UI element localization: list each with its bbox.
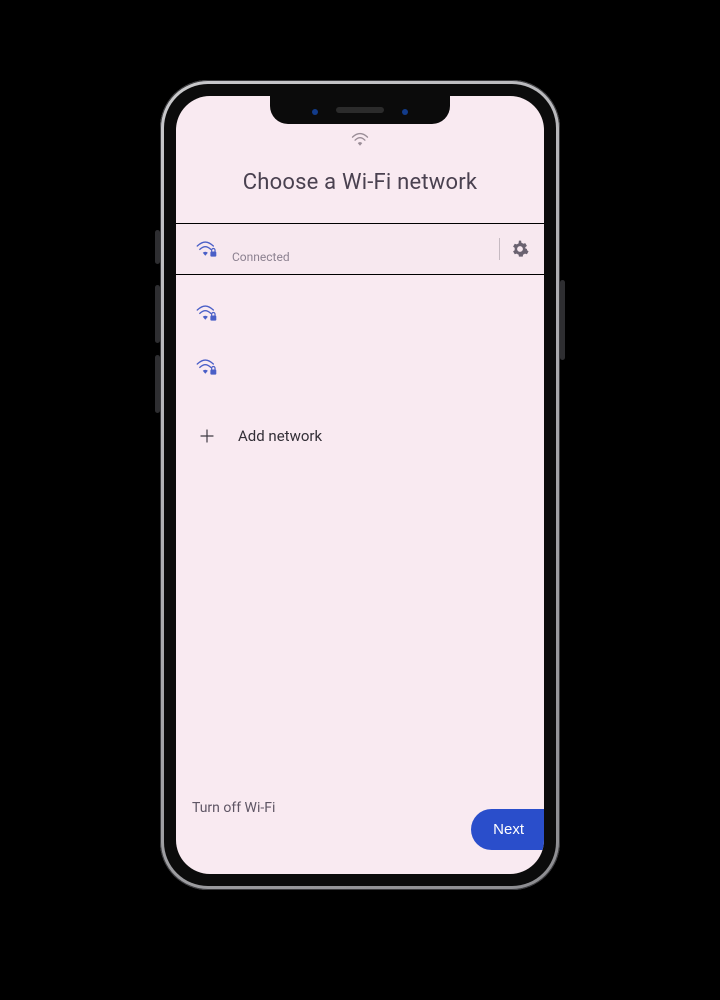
volume-up-button — [155, 285, 160, 343]
wifi-secure-icon — [190, 358, 224, 376]
add-network-row[interactable]: Add network — [176, 409, 544, 463]
power-button — [560, 280, 565, 360]
footer: Turn off Wi-Fi Next — [176, 800, 544, 850]
volume-down-button — [155, 355, 160, 413]
add-network-label: Add network — [224, 427, 322, 445]
wifi-network-row[interactable] — [176, 343, 544, 391]
divider — [499, 238, 500, 260]
screen: Choose a Wi-Fi network Connected — [176, 96, 544, 874]
mute-switch — [155, 230, 160, 264]
notch — [270, 96, 450, 124]
wifi-status-icon — [351, 132, 369, 146]
phone-frame: Choose a Wi-Fi network Connected — [160, 80, 560, 890]
gear-icon — [510, 239, 530, 259]
wifi-secure-icon — [190, 240, 224, 258]
wifi-network-row[interactable] — [176, 289, 544, 337]
network-settings-button[interactable] — [510, 239, 530, 259]
phone-bezel: Choose a Wi-Fi network Connected — [164, 84, 556, 886]
network-name — [232, 306, 530, 320]
network-name — [232, 360, 530, 374]
wifi-secure-icon — [190, 304, 224, 322]
plus-icon — [190, 427, 224, 445]
status-bar — [176, 132, 544, 146]
page-title: Choose a Wi-Fi network — [176, 170, 544, 195]
wifi-network-row[interactable]: Connected — [176, 223, 544, 275]
next-button[interactable]: Next — [471, 809, 544, 850]
network-name — [232, 234, 489, 248]
network-status: Connected — [232, 250, 489, 264]
